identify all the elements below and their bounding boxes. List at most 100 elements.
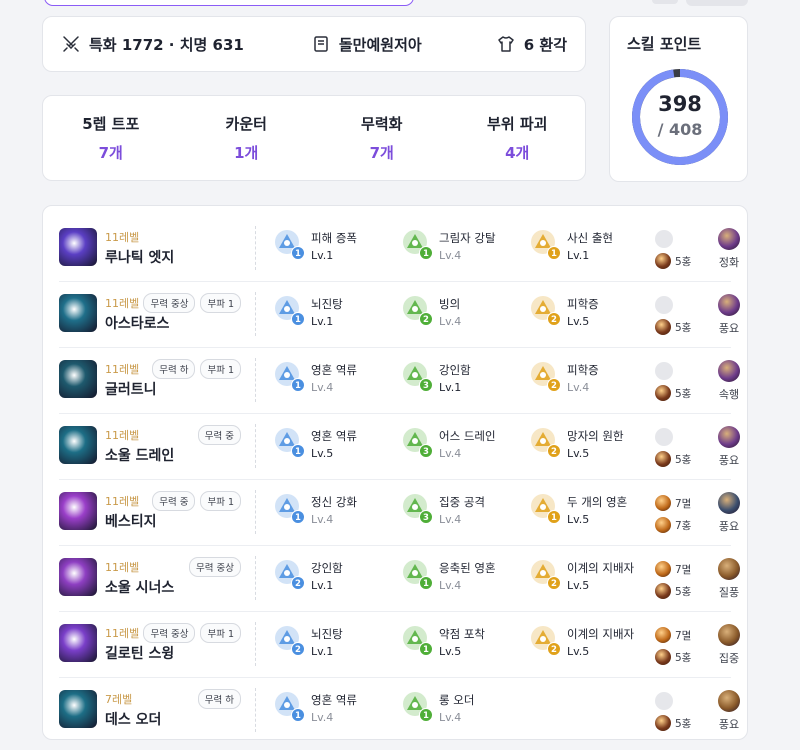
gem-slot: 7홍	[655, 514, 705, 536]
death-order-icon	[59, 690, 97, 728]
rune[interactable]: 풍요	[709, 690, 749, 732]
tripod-level: Lv.4	[311, 513, 334, 526]
tripod-level: Lv.5	[567, 513, 590, 526]
tripod[interactable]: 1 영혼 역류 Lv.5	[273, 426, 393, 470]
tripod-name: 피학증	[567, 363, 599, 377]
crossed-swords-icon	[63, 36, 79, 52]
gem-icon	[655, 583, 671, 599]
tripod-name: 영혼 역류	[311, 429, 357, 443]
skill-points-title: 스킬 포인트	[627, 35, 702, 53]
skill-row[interactable]: 11레벨 글러트니 무력 하 부파 1 1 영혼 역류 Lv.4 3 강인함 Lv.1 2 피학증 Lv…	[59, 348, 740, 414]
count-label: 부위 파괴	[487, 115, 548, 133]
tripod-slot-badge: 1	[291, 444, 305, 458]
skill-row[interactable]: 11레벨 베스티지 무력 중 부파 1 1 정신 강화 Lv.4 3 집중 공격 Lv.4 1 두 개…	[59, 480, 740, 546]
tripod[interactable]: 1 롱 오더 Lv.4	[401, 690, 521, 734]
count-counter: 카운터 1개	[179, 113, 315, 163]
tripod-slot-badge: 2	[547, 444, 561, 458]
tripod[interactable]: 1 영혼 역류 Lv.4	[273, 690, 393, 734]
rune[interactable]: 정화	[709, 228, 749, 270]
gluttony-icon	[59, 360, 97, 398]
skill-level: 11레벨	[105, 297, 140, 310]
tripod-level: Lv.1	[311, 645, 334, 658]
tripod[interactable]: 1 피해 증폭 Lv.1	[273, 228, 393, 272]
tripod-name: 빙의	[439, 297, 461, 311]
gem-slot: 5홍	[655, 250, 705, 272]
gem-icon	[655, 627, 671, 643]
tripod[interactable]: 1 영혼 역류 Lv.4	[273, 360, 393, 404]
rune[interactable]: 속행	[709, 360, 749, 402]
tripod-name: 약점 포착	[439, 627, 485, 641]
top-right-badge	[686, 0, 748, 6]
tripod-slot-badge: 1	[547, 246, 561, 260]
tripod-level: Lv.4	[439, 249, 462, 262]
tripod[interactable]: 1 뇌진탕 Lv.1	[273, 294, 393, 338]
rune-name: 풍요	[718, 718, 740, 731]
rune[interactable]: 풍요	[709, 294, 749, 336]
tripod[interactable]: 1 정신 강화 Lv.4	[273, 492, 393, 536]
tripod-name: 어스 드레인	[439, 429, 496, 443]
tripod[interactable]: 1 약점 포착 Lv.5	[401, 624, 521, 668]
lunatic-edge-icon	[59, 228, 97, 266]
engraving-text: 돌만예원저아	[338, 35, 422, 54]
tripod-level: Lv.4	[439, 711, 462, 724]
skill-row[interactable]: 11레벨 소울 시너스 무력 중상 2 강인함 Lv.1 1 응축된 영혼 Lv.4 2 이계의 지…	[59, 546, 740, 612]
rune[interactable]: 질풍	[709, 558, 749, 600]
tripod[interactable]: 2 피학증 Lv.5	[529, 294, 649, 338]
count-stagger: 무력화 7개	[314, 113, 450, 163]
empty-gem-icon	[655, 428, 673, 446]
count-value: 1개	[234, 144, 259, 162]
gem-label: 7홍	[675, 519, 692, 532]
skill-name: 글러트니	[105, 382, 157, 398]
tripod-name: 이계의 지배자	[567, 561, 635, 575]
tripod[interactable]: 3 어스 드레인 Lv.4	[401, 426, 521, 470]
tripod-level: Lv.4	[439, 579, 462, 592]
tripod[interactable]: 1 두 개의 영혼 Lv.5	[529, 492, 649, 536]
tripod[interactable]: 2 강인함 Lv.1	[273, 558, 393, 602]
tripod[interactable]: 1 응축된 영혼 Lv.4	[401, 558, 521, 602]
skill-row[interactable]: 11레벨 길로틴 스윙 무력 중상 부파 1 2 뇌진탕 Lv.1 1 약점 포착 Lv.5 2 이계…	[59, 612, 740, 678]
combat-stats-item: 특화 1772 · 치명 631	[61, 34, 311, 55]
rune[interactable]: 풍요	[709, 492, 749, 534]
skill-row[interactable]: 11레벨 소울 드레인 무력 중 1 영혼 역류 Lv.5 3 어스 드레인 Lv.4 2 망자의 …	[59, 414, 740, 480]
skill-row[interactable]: 11레벨 루나틱 엣지 1 피해 증폭 Lv.1 1 그림자 강탈 Lv.4 1 사신 출현 Lv.…	[59, 216, 740, 282]
tripod-name: 집중 공격	[439, 495, 485, 509]
gem-icon	[655, 649, 671, 665]
skill-tag: 부파 1	[200, 293, 241, 313]
tripod-name: 정신 강화	[311, 495, 357, 509]
skill-points-card: 스킬 포인트 398 / 408	[609, 16, 748, 182]
skill-name: 소울 드레인	[105, 448, 175, 464]
tripod[interactable]: 3 집중 공격 Lv.4	[401, 492, 521, 536]
tripod-level: Lv.1	[311, 249, 334, 262]
tripod-slot-badge: 2	[547, 378, 561, 392]
tripod-name: 롱 오더	[439, 693, 475, 707]
tripod[interactable]: 2 망자의 원한 Lv.5	[529, 426, 649, 470]
tripod[interactable]: 2 뇌진탕 Lv.1	[273, 624, 393, 668]
tripod[interactable]: 2 빙의 Lv.4	[401, 294, 521, 338]
tripod[interactable]: 2 이계의 지배자 Lv.5	[529, 558, 649, 602]
tripod[interactable]: 2 피학증 Lv.4	[529, 360, 649, 404]
rune[interactable]: 풍요	[709, 426, 749, 468]
gem-label: 7멸	[675, 497, 692, 510]
gem-slot: 5홍	[655, 382, 705, 404]
tripod-name: 영혼 역류	[311, 363, 357, 377]
soul-drain-icon	[59, 426, 97, 464]
tripod[interactable]: 3 강인함 Lv.1	[401, 360, 521, 404]
skill-name: 길로틴 스윙	[105, 646, 175, 662]
soul-sinners-icon	[59, 558, 97, 596]
tripod[interactable]: 1 사신 출현 Lv.1	[529, 228, 649, 272]
skill-level: 11레벨	[105, 231, 140, 244]
rune[interactable]: 집중	[709, 624, 749, 666]
gem-label: 5홍	[675, 387, 692, 400]
gem-icon	[655, 319, 671, 335]
row-divider	[255, 292, 256, 336]
tripod[interactable]: 1 그림자 강탈 Lv.4	[401, 228, 521, 272]
skill-tag: 무력 하	[152, 359, 196, 379]
tripod-name: 피해 증폭	[311, 231, 357, 245]
skill-row[interactable]: 11레벨 아스타로스 무력 중상 부파 1 1 뇌진탕 Lv.1 2 빙의 Lv.4 2 피학증 Lv.…	[59, 282, 740, 348]
skill-level: 11레벨	[105, 495, 140, 508]
tripod-name: 응축된 영혼	[439, 561, 496, 575]
tripod[interactable]: 2 이계의 지배자 Lv.5	[529, 624, 649, 668]
skill-row[interactable]: 7레벨 데스 오더 무력 하 1 영혼 역류 Lv.4 1 롱 오더 Lv.4 5홍 풍요	[59, 678, 740, 744]
skill-tag: 부파 1	[200, 623, 241, 643]
tripod-level: Lv.1	[567, 249, 590, 262]
